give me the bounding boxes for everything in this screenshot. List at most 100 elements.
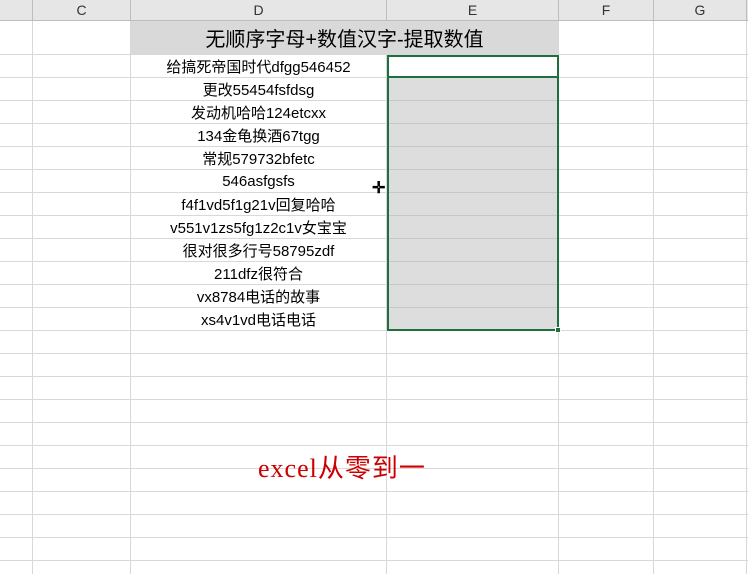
cell[interactable] — [131, 400, 387, 422]
col-header-E[interactable]: E — [387, 0, 559, 20]
cell[interactable] — [654, 308, 747, 330]
cell-D13[interactable]: xs4v1vd电话电话 — [131, 308, 387, 330]
row-header[interactable] — [0, 561, 33, 574]
cell[interactable] — [131, 515, 387, 537]
cell-D9[interactable]: v551v1zs5fg1z2c1v女宝宝 — [131, 216, 387, 238]
cell[interactable] — [131, 377, 387, 399]
cell[interactable] — [559, 193, 654, 215]
row-header[interactable] — [0, 492, 33, 514]
cell[interactable] — [33, 538, 131, 560]
cell[interactable] — [559, 515, 654, 537]
cell[interactable] — [559, 308, 654, 330]
cell-D7[interactable]: 546asfgsfs — [131, 170, 387, 192]
cell-E2[interactable] — [387, 55, 559, 77]
cell[interactable] — [33, 216, 131, 238]
cell[interactable] — [559, 377, 654, 399]
cell-D10[interactable]: 很对很多行号58795zdf — [131, 239, 387, 261]
cell[interactable] — [559, 239, 654, 261]
cell-D4[interactable]: 发动机哈哈124etcxx — [131, 101, 387, 123]
cell[interactable] — [654, 446, 747, 468]
cell-D12[interactable]: vx8784电话的故事 — [131, 285, 387, 307]
row-header[interactable] — [0, 423, 33, 445]
select-all-corner[interactable] — [0, 0, 33, 21]
cell[interactable] — [33, 262, 131, 284]
cell-E6[interactable] — [387, 147, 559, 169]
col-header-D[interactable]: D — [131, 0, 387, 20]
cell[interactable] — [654, 331, 747, 353]
cell[interactable] — [654, 55, 747, 77]
cell-F1[interactable] — [559, 21, 654, 54]
cell[interactable] — [654, 170, 747, 192]
cell[interactable] — [387, 377, 559, 399]
cell[interactable] — [654, 101, 747, 123]
cell[interactable] — [387, 331, 559, 353]
cell[interactable] — [559, 147, 654, 169]
row-header[interactable] — [0, 538, 33, 560]
cell[interactable] — [387, 354, 559, 376]
row-header[interactable] — [0, 469, 33, 491]
cell[interactable] — [131, 354, 387, 376]
cell[interactable] — [654, 147, 747, 169]
cell[interactable] — [654, 377, 747, 399]
cell-D3[interactable]: 更改55454fsfdsg — [131, 78, 387, 100]
row-header[interactable] — [0, 377, 33, 399]
cell-E13[interactable] — [387, 308, 559, 330]
row-header[interactable] — [0, 216, 33, 238]
cell[interactable] — [33, 101, 131, 123]
row-header[interactable] — [0, 400, 33, 422]
cell-D11[interactable]: 211dfz很符合 — [131, 262, 387, 284]
cell[interactable] — [559, 124, 654, 146]
col-header-C[interactable]: C — [33, 0, 131, 20]
cell-E9[interactable] — [387, 216, 559, 238]
cell[interactable] — [654, 124, 747, 146]
row-header[interactable] — [0, 239, 33, 261]
cell-E12[interactable] — [387, 285, 559, 307]
cell[interactable] — [559, 538, 654, 560]
cell[interactable] — [33, 147, 131, 169]
cell-E11[interactable] — [387, 262, 559, 284]
cell[interactable] — [33, 354, 131, 376]
cell-E7[interactable] — [387, 170, 559, 192]
cell[interactable] — [559, 216, 654, 238]
row-header[interactable] — [0, 55, 33, 77]
cell[interactable] — [33, 308, 131, 330]
cell-C1[interactable] — [33, 21, 131, 54]
cell[interactable] — [33, 377, 131, 399]
cell[interactable] — [387, 423, 559, 445]
row-header[interactable] — [0, 262, 33, 284]
cell-E8[interactable] — [387, 193, 559, 215]
cell[interactable] — [654, 561, 747, 574]
cell-E5[interactable] — [387, 124, 559, 146]
row-header[interactable] — [0, 147, 33, 169]
cell[interactable] — [654, 538, 747, 560]
cell[interactable] — [33, 423, 131, 445]
cell[interactable] — [559, 55, 654, 77]
cell-D8[interactable]: f4f1vd5f1g21v回复哈哈 — [131, 193, 387, 215]
cell[interactable] — [131, 331, 387, 353]
cell[interactable] — [559, 561, 654, 574]
cell[interactable] — [33, 492, 131, 514]
cell[interactable] — [33, 78, 131, 100]
cell[interactable] — [559, 400, 654, 422]
col-header-F[interactable]: F — [559, 0, 654, 20]
cell[interactable] — [33, 193, 131, 215]
cell[interactable] — [33, 561, 131, 574]
cell[interactable] — [654, 515, 747, 537]
row-header[interactable] — [0, 170, 33, 192]
cell[interactable] — [559, 331, 654, 353]
cell-D6[interactable]: 常规579732bfetc — [131, 147, 387, 169]
cell[interactable] — [387, 538, 559, 560]
row-header[interactable] — [0, 21, 33, 54]
cell[interactable] — [131, 561, 387, 574]
cell[interactable] — [654, 78, 747, 100]
cell[interactable] — [559, 101, 654, 123]
cell[interactable] — [33, 285, 131, 307]
title-cell[interactable]: 无顺序字母+数值汉字-提取数值 — [131, 21, 559, 54]
cell[interactable] — [654, 193, 747, 215]
cell[interactable] — [654, 469, 747, 491]
col-header-G[interactable]: G — [654, 0, 747, 20]
cell-D2[interactable]: 给搞死帝国时代dfgg546452 — [131, 55, 387, 77]
cell[interactable] — [33, 239, 131, 261]
cell[interactable] — [33, 124, 131, 146]
cell[interactable] — [33, 515, 131, 537]
